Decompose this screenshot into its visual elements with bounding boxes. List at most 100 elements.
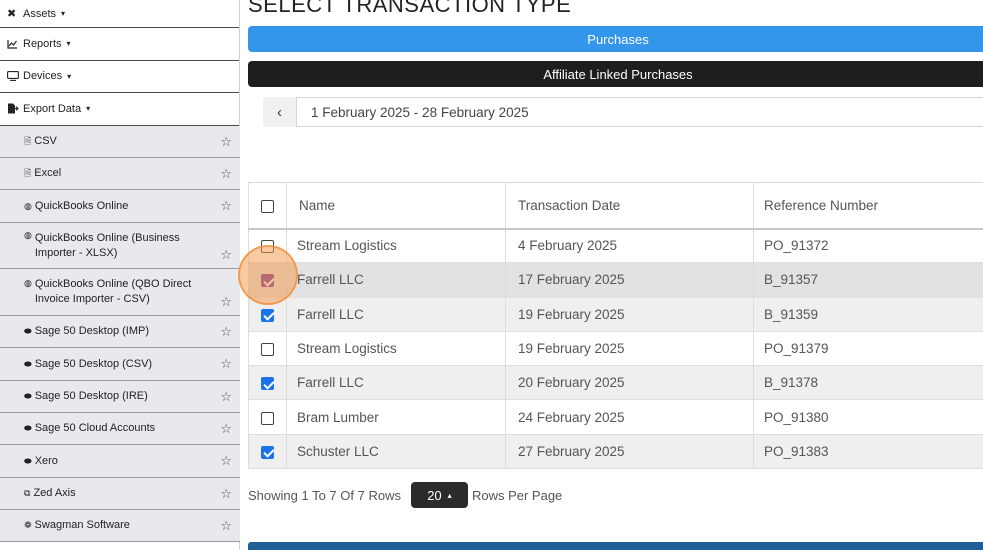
table-row[interactable]: Stream Logistics 19 February 2025 PO_913…	[248, 331, 983, 366]
table-row[interactable]: Farrell LLC 19 February 2025 B_91359	[248, 297, 983, 332]
export-item-sage-50-cloud[interactable]: ⬬ Sage 50 Cloud Accounts ☆	[0, 413, 240, 445]
cell-date: 19 February 2025	[505, 297, 754, 332]
showing-rows-text: Showing 1 To 7 Of 7 Rows	[248, 487, 401, 503]
select-all-checkbox[interactable]	[261, 199, 274, 213]
export-item-sage-50-csv[interactable]: ⬬ Sage 50 Desktop (CSV) ☆	[0, 348, 240, 381]
click-indicator	[238, 245, 298, 305]
caret-up-icon: ▴	[447, 490, 452, 500]
header-transaction-date[interactable]: Transaction Date	[505, 182, 754, 229]
xero-icon: ⬬	[24, 455, 32, 466]
affiliate-linked-purchases-button[interactable]: Affiliate Linked Purchases	[248, 61, 983, 87]
sidebar-item-label: Reports	[23, 37, 62, 50]
header-name[interactable]: Name	[286, 182, 506, 229]
export-item-quickbooks-business-importer[interactable]: ◍ QuickBooks Online (Business Importer -…	[0, 223, 240, 269]
file-export-icon	[7, 103, 21, 114]
export-item-csv[interactable]: 🗎 CSV ☆	[0, 126, 240, 158]
sidebar-item-reports[interactable]: Reports ▾	[0, 28, 239, 61]
sage-icon: ⬬	[24, 423, 32, 433]
cell-ref: B_91359	[753, 297, 983, 332]
star-icon[interactable]: ☆	[220, 486, 232, 502]
cell-date: 27 February 2025	[505, 434, 754, 469]
table-row[interactable]: Bram Lumber 24 February 2025 PO_91380	[248, 399, 983, 435]
chevron-left-icon: ‹	[277, 103, 282, 121]
quickbooks-icon: ◍	[24, 230, 32, 240]
star-icon[interactable]: ☆	[220, 134, 232, 150]
cell-name: Farrell LLC	[286, 262, 506, 298]
export-item-sage-50-ire[interactable]: ⬬ Sage 50 Desktop (IRE) ☆	[0, 381, 240, 413]
cell-ref: B_91378	[753, 365, 983, 400]
caret-down-icon: ▾	[66, 39, 71, 49]
row-checkbox[interactable]	[261, 377, 274, 391]
caret-down-icon: ▾	[67, 71, 72, 81]
file-csv-icon: 🗎	[24, 135, 32, 146]
cell-date: 17 February 2025	[505, 262, 754, 298]
cell-name: Schuster LLC	[286, 434, 506, 469]
quickbooks-icon: ◍	[24, 200, 32, 211]
star-icon[interactable]: ☆	[220, 356, 232, 372]
date-range-field[interactable]: 1 February 2025 - 28 February 2025	[296, 97, 983, 127]
star-icon[interactable]: ☆	[220, 518, 232, 534]
table-row[interactable]: Farrell LLC 20 February 2025 B_91378	[248, 365, 983, 400]
zed-axis-icon: ⧉	[24, 488, 31, 498]
row-checkbox[interactable]	[261, 411, 274, 425]
export-item-quickbooks-direct-invoice[interactable]: ◍ QuickBooks Online (QBO Direct Invoice …	[0, 269, 240, 316]
star-icon[interactable]: ☆	[220, 453, 232, 469]
cell-ref: PO_91380	[753, 399, 983, 435]
row-checkbox[interactable]	[261, 308, 274, 322]
rows-per-page-value: 20	[427, 487, 442, 503]
pagination-bar: Showing 1 To 7 Of 7 Rows 20 ▴ Rows Per P…	[248, 482, 562, 508]
star-icon[interactable]: ☆	[220, 166, 232, 182]
sidebar-item-label: Assets	[23, 7, 57, 20]
export-item-excel[interactable]: 🗎 Excel ☆	[0, 158, 240, 190]
page-title: SELECT TRANSACTION TYPE	[248, 0, 572, 17]
cell-name: Farrell LLC	[286, 297, 506, 332]
sage-icon: ⬬	[24, 326, 32, 336]
star-icon[interactable]: ☆	[220, 421, 232, 437]
date-range-picker: ‹ 1 February 2025 - 28 February 2025	[263, 97, 983, 127]
cell-date: 24 February 2025	[505, 399, 754, 435]
cell-date: 4 February 2025	[505, 228, 754, 263]
select-all-cell	[248, 182, 287, 229]
main-content: SELECT TRANSACTION TYPE Purchases Affili…	[248, 0, 983, 550]
previous-period-button[interactable]: ‹	[263, 97, 296, 127]
star-icon[interactable]: ☆	[220, 324, 232, 340]
export-item-xero[interactable]: ⬬ Xero ☆	[0, 445, 240, 478]
sidebar-item-label: Devices	[23, 70, 63, 83]
export-item-swagman[interactable]: ❁ Swagman Software ☆	[0, 510, 240, 542]
cell-ref: PO_91379	[753, 331, 983, 366]
purchases-button[interactable]: Purchases	[248, 26, 983, 52]
rows-per-page-dropdown[interactable]: 20 ▴	[410, 482, 468, 508]
row-checkbox[interactable]	[261, 342, 274, 356]
export-item-zed-axis[interactable]: ⧉ Zed Axis ☆	[0, 478, 240, 510]
table-row[interactable]: Schuster LLC 27 February 2025 PO_91383	[248, 434, 983, 469]
cell-date: 19 February 2025	[505, 331, 754, 366]
cell-date: 20 February 2025	[505, 365, 754, 400]
sidebar-item-assets[interactable]: ✖ Assets ▾	[0, 0, 239, 28]
chart-line-icon	[7, 39, 21, 49]
bottom-action-bar[interactable]	[248, 542, 983, 550]
sage-icon: ⬬	[24, 391, 32, 401]
cell-name: Stream Logistics	[286, 331, 506, 366]
sidebar-item-export-data[interactable]: Export Data ▾	[0, 93, 239, 126]
sidebar: ✖ Assets ▾ Reports ▾ Devices ▾ Export Da…	[0, 0, 240, 550]
cell-ref: PO_91383	[753, 434, 983, 469]
cell-name: Farrell LLC	[286, 365, 506, 400]
cell-ref: PO_91372	[753, 228, 983, 263]
caret-down-icon: ▾	[61, 9, 66, 18]
table-row[interactable]: Farrell LLC 17 February 2025 B_91357	[248, 262, 983, 298]
table-header-row: Name Transaction Date Reference Number	[248, 182, 983, 229]
sidebar-item-devices[interactable]: Devices ▾	[0, 61, 239, 93]
header-reference-number[interactable]: Reference Number	[753, 182, 983, 229]
sage-icon: ⬬	[24, 358, 32, 369]
star-icon[interactable]: ☆	[220, 389, 232, 405]
quickbooks-icon: ◍	[24, 278, 32, 288]
export-item-quickbooks-online[interactable]: ◍ QuickBooks Online ☆	[0, 190, 240, 223]
star-icon[interactable]: ☆	[220, 198, 232, 214]
star-icon[interactable]: ☆	[220, 247, 232, 263]
star-icon[interactable]: ☆	[220, 294, 232, 310]
swagman-icon: ❁	[24, 520, 32, 530]
export-item-sage-50-imp[interactable]: ⬬ Sage 50 Desktop (IMP) ☆	[0, 316, 240, 348]
row-checkbox[interactable]	[261, 445, 274, 459]
cell-name: Bram Lumber	[286, 399, 506, 435]
table-row[interactable]: Stream Logistics 4 February 2025 PO_9137…	[248, 228, 983, 263]
